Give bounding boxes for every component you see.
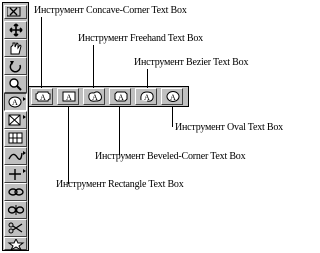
text-box-tool-button[interactable]: A	[4, 93, 27, 111]
close-palette-button[interactable]	[4, 5, 27, 19]
label-bezier-text-box: Инструмент Bezier Text Box	[134, 57, 249, 68]
content-tool-icon	[10, 42, 22, 55]
picture-box-tool-button[interactable]	[4, 111, 27, 129]
scissors-tool-icon	[8, 222, 23, 234]
callout-line-freehand	[93, 45, 94, 88]
rectangle-text-box-button[interactable]: A	[57, 88, 79, 105]
orthogonal-line-tool-icon	[9, 169, 26, 180]
rotate-tool-icon	[9, 61, 22, 73]
oval-text-box-icon: A	[166, 91, 180, 102]
text-box-tools-popout: A A A A A A	[28, 86, 189, 107]
oval-text-box-button[interactable]: A	[161, 88, 183, 105]
beveled-corner-text-box-button[interactable]: A	[109, 88, 131, 105]
bezier-text-box-icon: A	[140, 91, 154, 102]
starburst-tool-button[interactable]	[4, 237, 27, 251]
unlinking-tool-icon	[7, 205, 25, 215]
svg-text:A: A	[66, 93, 72, 102]
svg-text:A: A	[118, 93, 124, 102]
label-freehand-text-box: Инструмент Freehand Text Box	[78, 33, 203, 44]
item-tool-icon	[9, 23, 23, 37]
concave-corner-text-box-button[interactable]: A	[31, 88, 53, 105]
rotate-tool-button[interactable]	[4, 57, 27, 75]
label-concave-corner-text-box: Инструмент Concave-Corner Text Box	[34, 5, 187, 16]
zoom-tool-button[interactable]	[4, 75, 27, 93]
star-tool-icon	[7, 239, 25, 251]
label-rectangle-text-box: Инструмент Rectangle Text Box	[56, 179, 184, 190]
callout-line-beveled-corner	[119, 106, 120, 155]
svg-text:A: A	[92, 93, 98, 102]
label-beveled-corner-text-box: Инструмент Beveled-Corner Text Box	[95, 151, 246, 162]
beveled-corner-text-box-icon: A	[114, 91, 128, 102]
zoom-tool-icon	[9, 78, 22, 91]
label-oval-text-box: Инструмент Oval Text Box	[175, 122, 283, 133]
linking-tool-button[interactable]	[4, 183, 27, 201]
svg-text:A: A	[144, 93, 150, 102]
rectangle-text-box-icon: A	[62, 91, 76, 102]
text-box-tool-icon: A	[8, 96, 26, 108]
callout-line-bezier	[147, 69, 148, 88]
bezier-text-box-button[interactable]: A	[135, 88, 157, 105]
concave-corner-text-box-icon: A	[35, 91, 51, 102]
close-icon	[7, 7, 21, 17]
picture-box-tool-icon	[8, 114, 26, 126]
unlinking-tool-button[interactable]	[4, 201, 27, 219]
svg-text:A: A	[12, 98, 18, 107]
svg-text:A: A	[170, 93, 176, 102]
freehand-text-box-button[interactable]: A	[83, 88, 105, 105]
scissors-tool-button[interactable]	[4, 219, 27, 237]
tool-palette: A	[2, 2, 29, 251]
freehand-text-box-icon: A	[88, 91, 102, 102]
orthogonal-line-tool-button[interactable]	[4, 165, 27, 183]
table-tool-button[interactable]	[4, 129, 27, 147]
callout-line-rectangle	[68, 106, 69, 184]
svg-text:A: A	[40, 93, 46, 102]
callout-line-oval	[172, 106, 173, 127]
line-tool-button[interactable]	[4, 147, 27, 165]
content-tool-button[interactable]	[4, 39, 27, 57]
linking-tool-icon	[8, 188, 24, 196]
table-tool-icon	[8, 132, 23, 144]
line-tool-icon	[8, 151, 26, 160]
callout-line-concave-corner	[41, 17, 42, 88]
item-tool-button[interactable]	[4, 21, 27, 39]
